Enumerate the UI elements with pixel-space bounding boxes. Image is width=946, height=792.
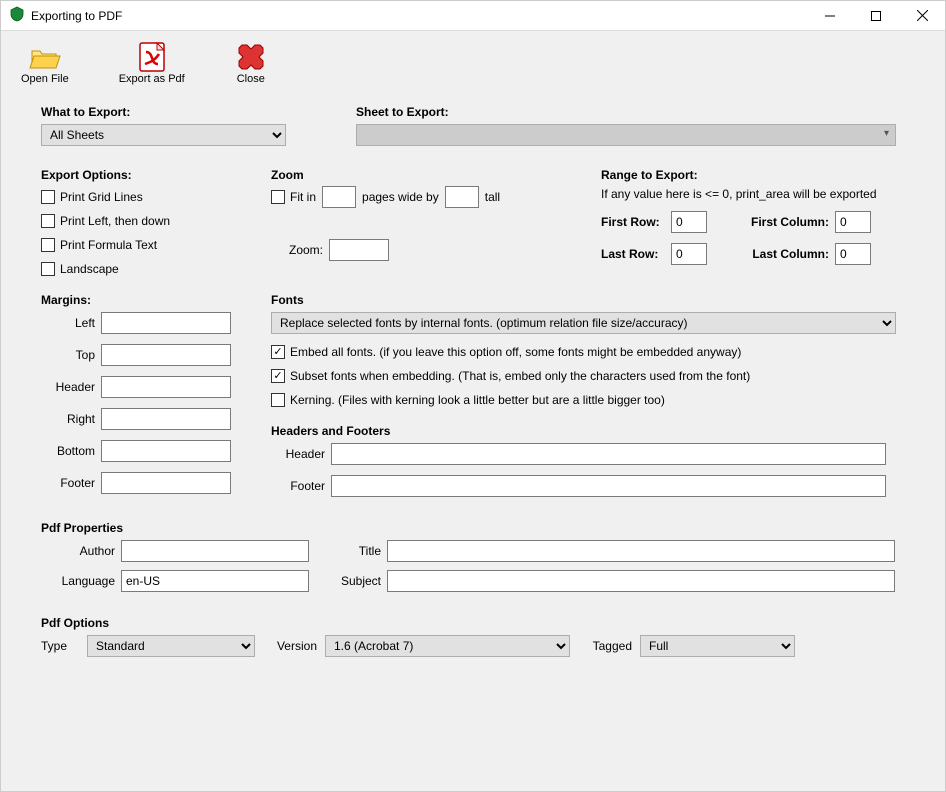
embed-all-fonts-label: Embed all fonts. (if you leave this opti… bbox=[290, 345, 741, 359]
first-col-input[interactable] bbox=[835, 211, 871, 233]
app-icon bbox=[9, 6, 25, 25]
margin-header-label: Header bbox=[41, 380, 101, 394]
margin-top-label: Top bbox=[41, 348, 101, 362]
margin-left-label: Left bbox=[41, 316, 101, 330]
author-label: Author bbox=[41, 544, 121, 558]
close-label: Close bbox=[237, 73, 265, 85]
print-formula-text-checkbox[interactable]: Print Formula Text bbox=[41, 235, 271, 255]
pdf-version-select[interactable]: 1.6 (Acrobat 7) bbox=[325, 635, 570, 657]
export-options-title: Export Options: bbox=[41, 168, 271, 182]
subject-label: Subject bbox=[309, 574, 387, 588]
fit-in-checkbox[interactable]: Fit in pages wide by tall bbox=[271, 187, 601, 207]
title-input[interactable] bbox=[387, 540, 895, 562]
pdf-tagged-label: Tagged bbox=[570, 639, 640, 653]
print-left-down-label: Print Left, then down bbox=[60, 214, 170, 228]
minimize-button[interactable] bbox=[807, 1, 853, 31]
pdf-options-title: Pdf Options bbox=[41, 616, 925, 630]
toolbar: Open File Export as Pdf Close bbox=[1, 41, 945, 95]
margin-bottom-label: Bottom bbox=[41, 444, 101, 458]
pdf-tagged-select[interactable]: Full bbox=[640, 635, 795, 657]
kerning-label: Kerning. (Files with kerning look a litt… bbox=[290, 393, 665, 407]
pages-wide-by-label: pages wide by bbox=[362, 190, 439, 204]
what-to-export-select[interactable]: All Sheets bbox=[41, 124, 286, 146]
sheet-to-export-title: Sheet to Export: bbox=[356, 105, 925, 119]
hf-footer-label: Footer bbox=[271, 479, 331, 493]
subset-fonts-label: Subset fonts when embedding. (That is, e… bbox=[290, 369, 750, 383]
zoom-input[interactable] bbox=[329, 239, 389, 261]
language-input[interactable] bbox=[121, 570, 309, 592]
chevron-down-icon: ▾ bbox=[884, 128, 889, 139]
pdf-type-select[interactable]: Standard bbox=[87, 635, 255, 657]
title-label: Title bbox=[309, 544, 387, 558]
range-title: Range to Export: bbox=[601, 168, 925, 182]
window-title: Exporting to PDF bbox=[31, 9, 122, 23]
close-icon bbox=[235, 41, 267, 73]
margins-title: Margins: bbox=[41, 293, 271, 307]
margin-right-label: Right bbox=[41, 412, 101, 426]
margin-left-input[interactable] bbox=[101, 312, 231, 334]
print-left-down-checkbox[interactable]: Print Left, then down bbox=[41, 211, 271, 231]
print-grid-lines-checkbox[interactable]: Print Grid Lines bbox=[41, 187, 271, 207]
margin-right-input[interactable] bbox=[101, 408, 231, 430]
print-formula-text-label: Print Formula Text bbox=[60, 238, 157, 252]
margin-top-input[interactable] bbox=[101, 344, 231, 366]
embed-all-fonts-checkbox[interactable]: Embed all fonts. (if you leave this opti… bbox=[271, 342, 925, 362]
headers-footers-title: Headers and Footers bbox=[271, 424, 925, 438]
close-window-button[interactable] bbox=[899, 1, 945, 31]
language-label: Language bbox=[41, 574, 121, 588]
landscape-label: Landscape bbox=[60, 262, 119, 276]
subject-input[interactable] bbox=[387, 570, 895, 592]
margin-bottom-input[interactable] bbox=[101, 440, 231, 462]
hf-header-input[interactable] bbox=[331, 443, 886, 465]
hf-header-label: Header bbox=[271, 447, 331, 461]
last-row-input[interactable] bbox=[671, 243, 707, 265]
fonts-mode-select[interactable]: Replace selected fonts by internal fonts… bbox=[271, 312, 896, 334]
margin-footer-input[interactable] bbox=[101, 472, 231, 494]
pdf-version-label: Version bbox=[255, 639, 325, 653]
export-pdf-label: Export as Pdf bbox=[119, 73, 185, 85]
open-file-label: Open File bbox=[21, 73, 69, 85]
pages-wide-input[interactable] bbox=[322, 186, 356, 208]
last-col-label: Last Column: bbox=[737, 247, 835, 261]
zoom-title: Zoom bbox=[271, 168, 601, 182]
maximize-button[interactable] bbox=[853, 1, 899, 31]
hf-footer-input[interactable] bbox=[331, 475, 886, 497]
subset-fonts-checkbox[interactable]: Subset fonts when embedding. (That is, e… bbox=[271, 366, 925, 386]
folder-open-icon bbox=[29, 41, 61, 73]
margin-footer-label: Footer bbox=[41, 476, 101, 490]
pages-tall-input[interactable] bbox=[445, 186, 479, 208]
export-pdf-icon bbox=[136, 41, 168, 73]
fit-in-label: Fit in bbox=[290, 190, 316, 204]
pdf-properties-title: Pdf Properties bbox=[41, 521, 925, 535]
margin-header-input[interactable] bbox=[101, 376, 231, 398]
fonts-title: Fonts bbox=[271, 293, 925, 307]
last-col-input[interactable] bbox=[835, 243, 871, 265]
what-to-export-title: What to Export: bbox=[41, 105, 286, 119]
pdf-type-label: Type bbox=[41, 639, 87, 653]
print-grid-lines-label: Print Grid Lines bbox=[60, 190, 143, 204]
last-row-label: Last Row: bbox=[601, 247, 671, 261]
titlebar: Exporting to PDF bbox=[1, 1, 945, 31]
landscape-checkbox[interactable]: Landscape bbox=[41, 259, 271, 279]
zoom-label: Zoom: bbox=[271, 243, 329, 257]
export-pdf-button[interactable]: Export as Pdf bbox=[119, 41, 185, 85]
client-area: Open File Export as Pdf Close What to Ex… bbox=[1, 31, 945, 791]
first-col-label: First Column: bbox=[737, 215, 835, 229]
tall-label: tall bbox=[485, 190, 500, 204]
range-hint: If any value here is <= 0, print_area wi… bbox=[601, 187, 925, 201]
author-input[interactable] bbox=[121, 540, 309, 562]
open-file-button[interactable]: Open File bbox=[21, 41, 69, 85]
first-row-label: First Row: bbox=[601, 215, 671, 229]
kerning-checkbox[interactable]: Kerning. (Files with kerning look a litt… bbox=[271, 390, 925, 410]
sheet-to-export-select[interactable]: ▾ bbox=[356, 124, 896, 146]
first-row-input[interactable] bbox=[671, 211, 707, 233]
close-button[interactable]: Close bbox=[235, 41, 267, 85]
